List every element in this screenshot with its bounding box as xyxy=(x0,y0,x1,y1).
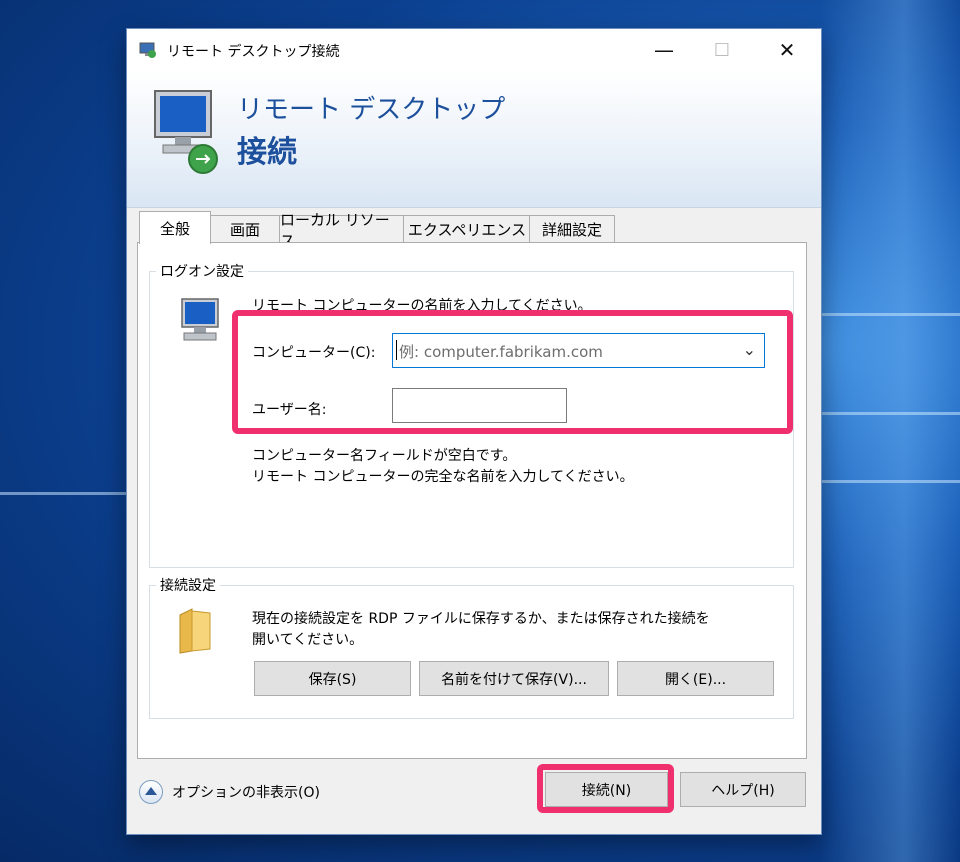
desktop-light xyxy=(820,0,960,862)
window-title: リモート デスクトップ接続 xyxy=(167,44,340,60)
connection-description-line1: 現在の接続設定を RDP ファイルに保存するか、または保存された接続を xyxy=(252,611,710,627)
maximize-button[interactable]: ☐ xyxy=(699,29,745,71)
tab-experience[interactable]: エクスペリエンス xyxy=(403,215,531,243)
tab-general[interactable]: 全般 xyxy=(139,211,211,244)
full-name-message: リモート コンピューターの完全な名前を入力してください。 xyxy=(252,469,634,485)
hide-options-link[interactable]: オプションの非表示(O) xyxy=(172,782,320,802)
connection-settings-group: 接続設定 xyxy=(149,575,794,719)
folder-icon xyxy=(179,608,211,654)
desktop-line xyxy=(822,313,960,316)
logon-settings-legend: ログオン設定 xyxy=(156,261,248,281)
input-highlight-frame xyxy=(232,310,793,434)
save-button[interactable]: 保存(S) xyxy=(254,661,411,696)
help-button[interactable]: ヘルプ(H) xyxy=(680,772,806,807)
remote-desktop-monitor-icon xyxy=(154,90,218,174)
banner-title-line1: リモート デスクトップ xyxy=(237,95,506,125)
collapse-options-icon[interactable] xyxy=(139,780,163,804)
computer-icon xyxy=(181,298,219,341)
desktop-line xyxy=(822,412,960,415)
tab-display[interactable]: 画面 xyxy=(209,215,281,243)
save-as-button[interactable]: 名前を付けて保存(V)... xyxy=(419,661,609,696)
header-banner: リモート デスクトップ 接続 xyxy=(127,71,821,208)
rdp-window: リモート デスクトップ接続 — ☐ ✕ リモート デスクトップ 接続 全般 画面… xyxy=(127,29,821,834)
connection-settings-legend: 接続設定 xyxy=(156,575,220,595)
connect-highlight-frame xyxy=(537,764,674,813)
close-button[interactable]: ✕ xyxy=(764,29,810,71)
open-button[interactable]: 開く(E)... xyxy=(617,661,774,696)
desktop-line xyxy=(0,492,127,495)
rdp-app-icon xyxy=(139,42,156,58)
tab-advanced[interactable]: 詳細設定 xyxy=(529,215,615,243)
minimize-button[interactable]: — xyxy=(641,29,687,71)
empty-field-message: コンピューター名フィールドが空白です。 xyxy=(252,448,517,464)
connection-description-line2: 開いてください。 xyxy=(252,632,364,648)
title-bar[interactable]: リモート デスクトップ接続 — ☐ ✕ xyxy=(127,29,821,71)
tab-local-resources[interactable]: ローカル リソース xyxy=(279,211,405,250)
desktop-line xyxy=(822,480,960,483)
banner-title-line2: 接続 xyxy=(237,135,297,170)
